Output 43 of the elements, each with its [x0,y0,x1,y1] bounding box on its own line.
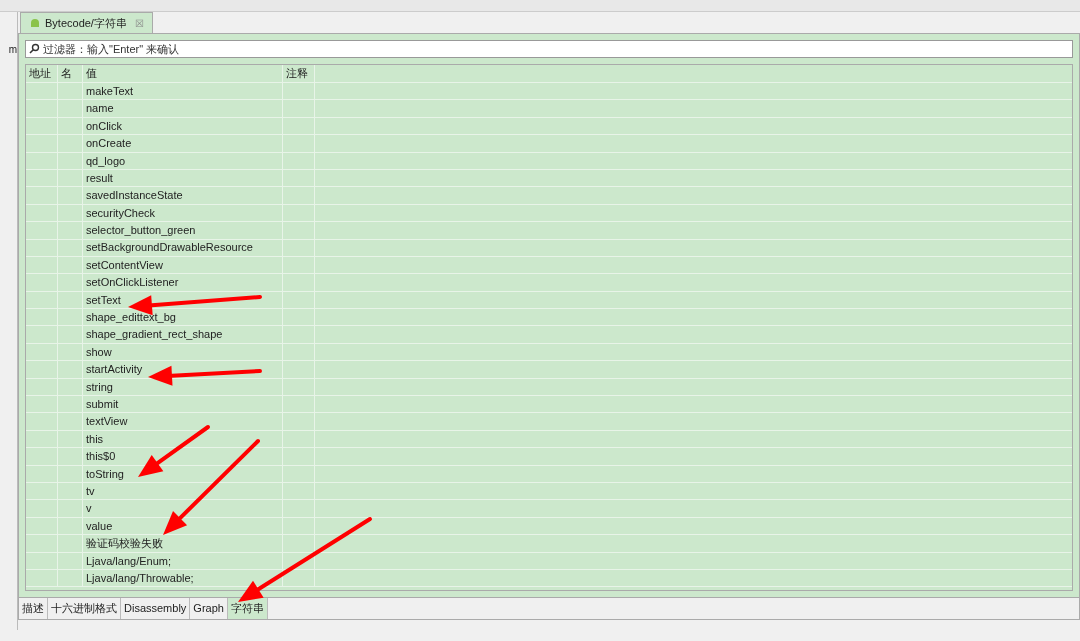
view-tab[interactable]: 描述 [19,598,48,619]
table-cell-text: shape_edittext_bg [86,310,176,326]
table-cell-text: textView [86,414,128,430]
column-header[interactable]: 地址 [26,65,58,82]
editor-tab[interactable]: Bytecode/字符串 ☒ [20,12,153,33]
android-icon [29,17,41,29]
table-cell-text: setBackgroundDrawableResource [86,240,253,256]
table-cell-text: Ljava/lang/Enum; [86,553,171,569]
table-cell-text: result [86,170,113,186]
table-cell-text: onClick [86,118,123,134]
view-tab[interactable]: Disassembly [121,598,191,619]
view-tab[interactable]: Graph [190,598,228,619]
table-cell-text: Ljava/lang/Throwable; [86,570,194,586]
tab-title: Bytecode/字符串 [45,15,127,31]
table-cell-text: qd_logo [86,153,126,169]
table-cell-text: setText [86,292,121,308]
table-cell-text: selector_button_green [86,223,196,239]
table-cell-text: shape_gradient_rect_shape [86,327,223,343]
table-cell-text: setOnClickListener [86,275,179,291]
panel-text: m [8,45,17,55]
table-cell-text: securityCheck [86,205,156,221]
column-header[interactable]: 名 [58,65,83,82]
table-cell-text: show [86,344,112,360]
table-cell-text: setContentView [86,257,163,273]
view-tab[interactable]: 十六进制格式 [48,598,121,619]
table-cell-text: toString [86,466,124,482]
column-header[interactable]: 值 [83,65,283,82]
table-cell-text: submit [86,397,119,412]
filter-field[interactable]: 过滤器：输入"Enter" 来确认 [25,40,1073,58]
table-cell-text: startActivity [86,362,143,378]
table-cell-text: name [86,101,114,117]
table-cell-text: makeText [86,83,134,99]
table-cell-text: string [86,379,113,395]
search-icon [29,43,40,54]
table-cell-text: this [86,431,104,447]
table-cell-text: tv [86,483,95,499]
column-header[interactable]: 注释 [283,65,315,82]
table-cell-text: onCreate [86,136,132,152]
table-cell-text: v [86,501,92,517]
table-cell-text: savedInstanceState [86,188,183,204]
table-cell-text: 验证码校验失败 [86,536,163,552]
table-cell-text: value [86,518,113,534]
table-cell-text: this$0 [86,449,116,465]
